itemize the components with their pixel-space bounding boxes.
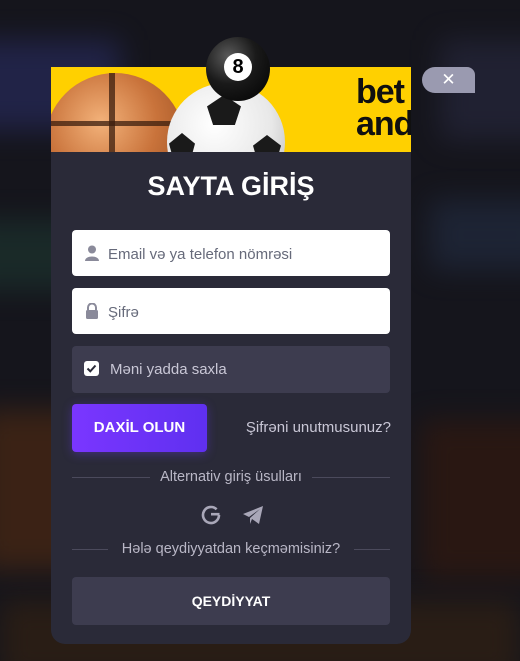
email-input[interactable]: [106, 230, 380, 278]
password-field[interactable]: [72, 288, 390, 336]
password-input[interactable]: [106, 288, 380, 336]
basketball-image: [51, 73, 185, 152]
page-title: SAYTA GİRİŞ: [147, 171, 315, 201]
register-button[interactable]: QEYDİYYAT: [72, 577, 390, 625]
lock-icon: [86, 303, 98, 319]
brand-logo-andreas: andreas: [356, 105, 411, 143]
brand-logo-bet: bet: [356, 73, 405, 111]
login-modal: bet andreas SAYTA GİRİŞ Məni yadda saxla…: [51, 67, 411, 644]
remember-me-row[interactable]: Məni yadda saxla: [72, 346, 390, 393]
register-prompt-label: Hələ qeydiyyatdan keçməmisiniz?: [121, 541, 341, 557]
user-icon: [85, 245, 99, 261]
google-icon[interactable]: [200, 504, 222, 526]
eight-ball-image: 8: [206, 37, 270, 101]
telegram-icon[interactable]: [242, 504, 264, 526]
alternative-login-divider: Alternativ giriş üsulları: [72, 467, 390, 487]
login-button[interactable]: DAXİL OLUN: [72, 404, 207, 452]
register-divider: Hələ qeydiyyatdan keçməmisiniz?: [72, 539, 390, 559]
close-button[interactable]: ✕: [422, 67, 475, 93]
eight-ball-number: 8: [224, 53, 252, 81]
remember-me-checkbox[interactable]: [84, 361, 99, 376]
remember-me-label: Məni yadda saxla: [110, 361, 227, 378]
check-icon: [86, 364, 97, 373]
email-field[interactable]: [72, 230, 390, 278]
forgot-password-link[interactable]: Şifrəni unutmusunuz?: [241, 404, 391, 452]
